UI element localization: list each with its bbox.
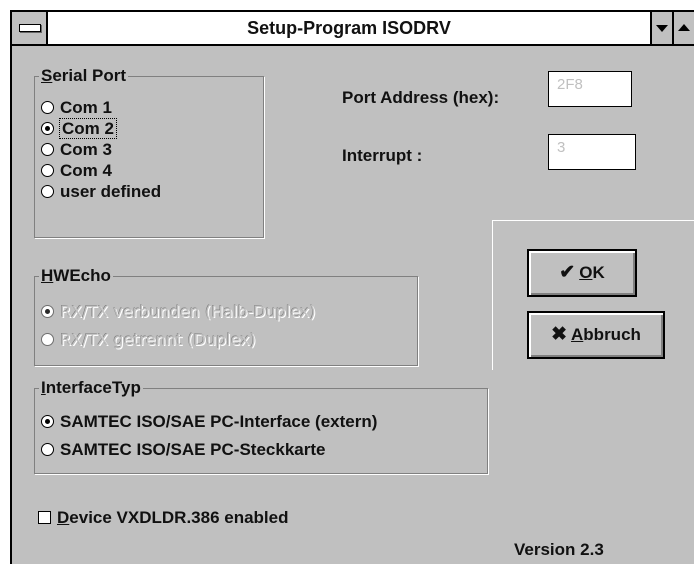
radio-button [41, 443, 54, 456]
radio-button [41, 185, 54, 198]
serial-port-group: Serial Port Com 1 Com 2 Com 3 Com 4 user… [34, 66, 264, 238]
maximize-button[interactable] [672, 12, 694, 44]
interface-typ-group: InterfaceTyp SAMTEC ISO/SAE PC-Interface… [34, 378, 488, 474]
radio-button [41, 164, 54, 177]
device-vxdldr-checkbox[interactable]: Device VXDLDR.386 enabled [38, 508, 289, 528]
radio-button-selected [41, 415, 54, 428]
minimize-button[interactable] [650, 12, 672, 44]
radio-com4[interactable]: Com 4 [41, 160, 112, 182]
radio-button-selected [41, 122, 54, 135]
port-address-label: Port Address (hex): [342, 88, 500, 107]
port-address-field[interactable]: 2F8 [548, 71, 632, 107]
serial-port-legend: Serial Port [39, 66, 129, 86]
radio-button-disabled [41, 333, 54, 346]
checkmark-icon: ✔ [559, 262, 576, 283]
interrupt-label: Interrupt : [342, 146, 423, 165]
radio-com1[interactable]: Com 1 [41, 97, 112, 119]
checkbox [38, 511, 51, 524]
interface-typ-legend: InterfaceTyp [39, 378, 143, 398]
radio-halb-duplex: RX/TX verbunden (Halb-Duplex) [41, 301, 316, 323]
radio-button-selected-disabled [41, 305, 54, 318]
button-panel: ✔ OK ✖ Abbruch [492, 220, 694, 370]
window-title: Setup-Program ISODRV [247, 18, 451, 38]
triangle-up-icon [678, 24, 690, 31]
system-menu-icon [19, 24, 41, 32]
radio-pc-interface-extern[interactable]: SAMTEC ISO/SAE PC-Interface (extern) [41, 411, 377, 433]
interrupt-field[interactable]: 3 [548, 134, 636, 170]
triangle-down-icon [656, 25, 668, 32]
radio-duplex: RX/TX getrennt (Duplex) [41, 329, 256, 351]
radio-user-defined[interactable]: user defined [41, 181, 161, 203]
hwecho-group: HWEcho RX/TX verbunden (Halb-Duplex) RX/… [34, 266, 418, 366]
radio-com2[interactable]: Com 2 [41, 118, 117, 140]
hwecho-legend: HWEcho [39, 266, 113, 286]
radio-button [41, 101, 54, 114]
ok-button[interactable]: ✔ OK [527, 249, 637, 297]
version-label: Version 2.3 [514, 540, 604, 559]
setup-dialog-window: Setup-Program ISODRV Serial Port Com 1 C… [10, 10, 694, 564]
abbruch-button[interactable]: ✖ Abbruch [527, 311, 665, 359]
system-menu-button[interactable] [12, 12, 48, 44]
title-bar: Setup-Program ISODRV [12, 12, 694, 46]
x-icon: ✖ [551, 324, 568, 345]
radio-pc-steckkarte[interactable]: SAMTEC ISO/SAE PC-Steckkarte [41, 439, 325, 461]
radio-com3[interactable]: Com 3 [41, 139, 112, 161]
radio-button [41, 143, 54, 156]
